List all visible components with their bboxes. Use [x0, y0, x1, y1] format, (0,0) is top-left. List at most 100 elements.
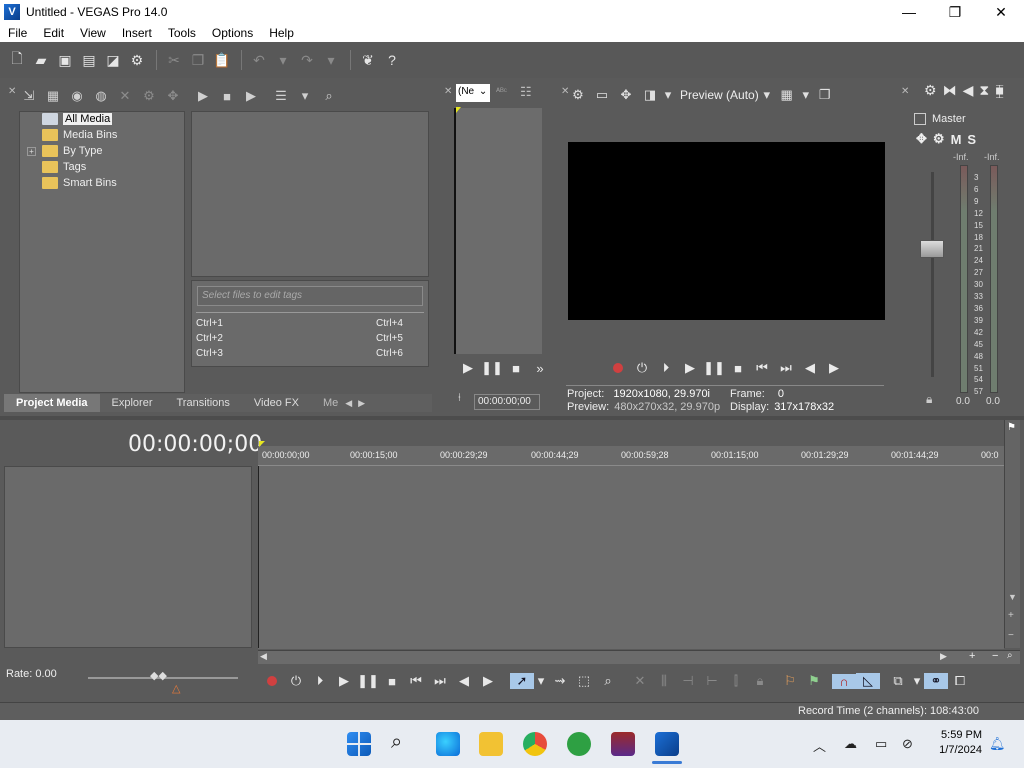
menu-file[interactable]: File — [0, 26, 35, 40]
master-insert-icon[interactable]: ✥ — [916, 131, 927, 147]
zoom-out-vertical-icon[interactable]: − — [1008, 630, 1014, 641]
file-explorer-icon[interactable] — [479, 732, 503, 756]
whats-this-help-icon[interactable]: ? — [381, 49, 403, 71]
shortcut-label[interactable]: Ctrl+2 — [196, 333, 223, 344]
split-icon[interactable]: ⫿ — [724, 673, 748, 689]
panel-close-icon[interactable]: ✕ — [8, 86, 16, 97]
save-icon[interactable]: ▣ — [54, 49, 76, 71]
previous-frame-icon[interactable]: ◀ — [452, 673, 476, 689]
tab-video-fx[interactable]: Video FX — [242, 394, 311, 412]
go-to-end-icon[interactable]: ⏭ — [774, 360, 798, 376]
marker-icon[interactable]: ⚑ — [1007, 422, 1016, 433]
menu-options[interactable]: Options — [204, 26, 261, 40]
globe-icon[interactable]: ◍ — [90, 85, 112, 107]
go-to-start-icon[interactable]: ⏮ — [404, 673, 428, 689]
ripple-dropdown-icon[interactable]: ▾ — [910, 673, 924, 689]
external-monitor-icon[interactable]: ▭ — [590, 87, 614, 103]
loop-playback-icon[interactable]: ⏻ — [284, 673, 308, 689]
solo-button[interactable]: S — [967, 132, 976, 147]
loop-playback-icon[interactable]: ⏻ — [630, 360, 654, 376]
lock-envelopes-to-events-icon[interactable]: ⚭ — [924, 673, 948, 689]
record-icon[interactable] — [606, 361, 630, 376]
master-fx-icon[interactable] — [914, 113, 926, 125]
menu-insert[interactable]: Insert — [114, 26, 160, 40]
envelope-tool-icon[interactable]: ⇝ — [548, 673, 572, 689]
tree-item-media-bins[interactable]: Media Bins — [42, 127, 117, 143]
play-icon[interactable]: ▶ — [332, 673, 356, 689]
tab-explorer[interactable]: Explorer — [100, 394, 165, 412]
record-icon[interactable] — [260, 674, 284, 689]
properties-gear-icon[interactable]: ⚙ — [126, 49, 148, 71]
winrar-icon[interactable] — [611, 732, 635, 756]
stop-icon[interactable]: ■ — [726, 361, 750, 376]
preview-close-icon[interactable]: ✕ — [561, 86, 569, 97]
close-button[interactable]: ✕ — [978, 0, 1024, 24]
grid-icon[interactable]: ▦ — [775, 87, 799, 103]
ripple-edit-icon[interactable]: ⧉ — [886, 673, 910, 689]
minimize-button[interactable]: — — [886, 0, 932, 24]
menu-help[interactable]: Help — [261, 26, 302, 40]
pin-icon[interactable]: ⍿ — [458, 392, 461, 405]
clock[interactable]: 5:59 PM 1/7/2024 — [928, 729, 982, 756]
edge-beta-icon[interactable] — [436, 732, 460, 756]
timeline-vertical-scrollbar[interactable]: ⚑ ▼ + − — [1004, 420, 1020, 648]
lock-envelopes-icon[interactable]: ⧗ — [979, 82, 989, 99]
pause-icon[interactable]: ❚❚ — [356, 673, 380, 689]
rate-slider-handle-icon[interactable]: ◆◆ — [150, 669, 167, 682]
taskbar-search-icon[interactable]: ⌕ — [391, 731, 402, 754]
tab-media-generators[interactable]: Me — [311, 394, 342, 412]
spellcheck-icon[interactable]: ᴬᴮᶜ — [496, 86, 507, 96]
undo-icon[interactable]: ↶ — [248, 49, 270, 71]
onedrive-icon[interactable]: ☁ — [844, 736, 857, 752]
scroll-left-icon[interactable]: ◀ — [260, 651, 267, 662]
new-file-icon[interactable]: 🗋 — [6, 49, 28, 71]
shortcut-label[interactable]: Ctrl+3 — [196, 348, 223, 359]
edit-tool-dropdown-icon[interactable]: ▾ — [534, 673, 548, 689]
save-as-icon[interactable]: ▤ — [78, 49, 100, 71]
import-media-icon[interactable]: ⇲ — [18, 85, 40, 107]
copy-snapshot-icon[interactable]: ❐ — [813, 87, 837, 103]
stop-icon[interactable]: ■ — [380, 674, 404, 689]
lock-icon[interactable]: 🔒︎ — [926, 392, 932, 407]
get-media-from-web-icon[interactable]: ◉ — [66, 85, 88, 107]
downmix-icon[interactable]: ⧓ — [943, 82, 957, 99]
grid-dropdown-icon[interactable]: ▾ — [799, 87, 813, 103]
dim-output-icon[interactable]: ◀ — [963, 82, 974, 99]
maximize-button[interactable]: ❐ — [932, 0, 978, 24]
views-icon[interactable]: ☰ — [270, 85, 292, 107]
scroll-down-icon[interactable]: ▼ — [1008, 592, 1017, 602]
tree-item-all-media[interactable]: All Media — [42, 111, 113, 127]
mute-button[interactable]: M — [951, 132, 962, 147]
play-from-start-icon[interactable]: ⏵ — [308, 673, 332, 689]
overlays-icon[interactable]: ◨ — [638, 87, 662, 103]
trimmer-close-icon[interactable]: ✕ — [444, 86, 452, 97]
app-k-icon[interactable] — [567, 732, 591, 756]
chrome-icon[interactable] — [523, 732, 547, 756]
expand-icon[interactable]: + — [27, 147, 36, 156]
trimmer-view[interactable] — [454, 108, 542, 354]
master-fx-gear-icon[interactable]: ⚙ — [933, 131, 945, 147]
plugin-manager-icon[interactable]: ❦ — [357, 49, 379, 71]
insert-marker-icon[interactable]: ⚐ — [778, 673, 802, 689]
timeline-horizontal-scrollbar[interactable]: ◀ ▶ + − ⌕ — [258, 650, 1020, 664]
trim-start-icon[interactable]: ⊣ — [676, 673, 700, 689]
master-fader-handle[interactable] — [920, 240, 944, 258]
menu-tools[interactable]: Tools — [160, 26, 204, 40]
media-generator-icon[interactable]: ✥ — [162, 85, 184, 107]
copy-icon[interactable]: ❐ — [187, 49, 209, 71]
lock-event-icon[interactable]: 🔒︎ — [748, 673, 772, 689]
previous-frame-icon[interactable]: ◀ — [798, 360, 822, 376]
mixer-options-icon[interactable]: ⧯ — [995, 82, 1004, 99]
enable-snapping-icon[interactable]: ∩ — [832, 673, 856, 689]
volume-icon[interactable]: ⊘ — [902, 736, 913, 752]
views-dropdown-icon[interactable]: ▾ — [294, 85, 316, 107]
quality-dropdown-icon[interactable]: ▾ — [759, 87, 775, 103]
trim-icon[interactable]: ⫼ — [652, 673, 676, 689]
cut-icon[interactable]: ✂ — [163, 49, 185, 71]
shortcut-label[interactable]: Ctrl+5 — [376, 333, 403, 344]
tree-item-smart-bins[interactable]: Smart Bins — [42, 175, 117, 191]
show-hidden-icons-icon[interactable]: ︿ — [813, 736, 826, 755]
preview-properties-icon[interactable]: ⚙ — [566, 87, 590, 103]
next-frame-icon[interactable]: ▶ — [822, 360, 846, 376]
pause-icon[interactable]: ❚❚ — [480, 360, 504, 376]
